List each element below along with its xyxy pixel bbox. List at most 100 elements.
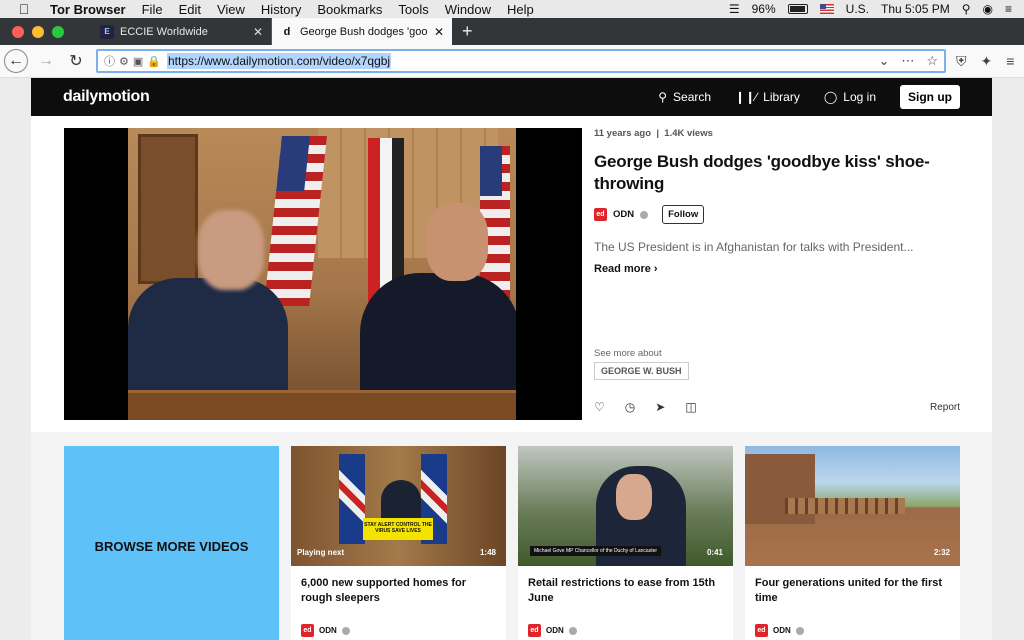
video-card[interactable]: Michael Gove MP Chancellor of the Duchy … [518, 446, 733, 640]
siri-icon[interactable]: ◉ [983, 2, 993, 16]
clock[interactable]: Thu 5:05 PM [881, 2, 950, 16]
search-label: Search [673, 90, 712, 104]
lower-third-caption: Michael Gove MP Chancellor of the Duchy … [530, 546, 662, 556]
read-more-label: Read more [594, 263, 651, 275]
verified-icon [568, 626, 577, 635]
login-label: Log in [843, 90, 876, 104]
channel-name[interactable]: ODN [546, 626, 564, 635]
tab-strip: E ECCIE Worldwide ✕ d George Bush dodges… [0, 18, 1024, 45]
spotlight-search-icon[interactable]: ⚲ [962, 2, 971, 16]
video-duration: 1:48 [479, 548, 496, 557]
permissions-icon[interactable]: ⚙ [119, 55, 129, 68]
back-button[interactable]: ← [4, 49, 28, 73]
menu-history[interactable]: History [261, 2, 301, 17]
chevron-down-icon[interactable]: ⌄ [878, 53, 889, 69]
menu-bookmarks[interactable]: Bookmarks [317, 2, 382, 17]
video-section: 11 years ago | 1.4K views George Bush do… [31, 116, 992, 432]
tab-title: ECCIE Worldwide [120, 25, 208, 38]
search-button[interactable]: ⚲ Search [658, 90, 711, 104]
library-label: Library [763, 90, 800, 104]
read-more-link[interactable]: Read more › [594, 263, 964, 275]
bookmark-star-icon[interactable]: ☆ [926, 53, 938, 69]
reload-button[interactable]: ↻ [64, 49, 88, 73]
watch-later-clock-icon[interactable]: ◷ [625, 400, 635, 414]
menu-app-name[interactable]: Tor Browser [50, 2, 126, 17]
menu-tools[interactable]: Tools [398, 2, 428, 17]
channel-name[interactable]: ODN [773, 626, 791, 635]
menu-file[interactable]: File [142, 2, 163, 17]
tab-eccie[interactable]: E ECCIE Worldwide ✕ [92, 18, 272, 45]
video-thumbnail[interactable]: Michael Gove MP Chancellor of the Duchy … [518, 446, 733, 566]
battery-percent[interactable]: 96% [752, 2, 776, 16]
video-actions: ♡ ◷ ➤ ◫ Report [594, 400, 960, 414]
close-tab-icon[interactable]: ✕ [434, 25, 444, 39]
video-title: George Bush dodges 'goodbye kiss' shoe-t… [594, 152, 930, 193]
forward-button[interactable]: → [34, 49, 58, 73]
battery-icon[interactable] [787, 4, 808, 14]
like-heart-icon[interactable]: ♡ [594, 400, 605, 414]
library-button[interactable]: ❙❙∕ Library [735, 90, 800, 104]
video-thumbnail[interactable]: STAY ALERT CONTROL THE VIRUS SAVE LIVES … [291, 446, 506, 566]
close-tab-icon[interactable]: ✕ [253, 25, 263, 39]
channel-logo[interactable]: ed [594, 208, 607, 221]
add-to-playlist-icon[interactable]: ◫ [685, 400, 696, 414]
user-icon: ◯ [823, 90, 838, 104]
menu-window[interactable]: Window [445, 2, 491, 17]
hamburger-menu-icon[interactable]: ≡ [1006, 53, 1014, 70]
search-icon: ⚲ [658, 90, 668, 104]
eccie-favicon-icon: E [100, 24, 114, 39]
tab-dailymotion[interactable]: d George Bush dodges 'goodbye ✕ [272, 18, 452, 45]
us-flag-icon[interactable] [819, 4, 834, 14]
tab-title: George Bush dodges 'goodbye [300, 25, 428, 38]
menu-help[interactable]: Help [507, 2, 534, 17]
image-icon[interactable]: ▣ [133, 55, 143, 68]
navigation-bar: ← → ↻ ⓘ ⚙ ▣ 🔒 https://www.dailymotion.co… [0, 45, 1024, 78]
video-thumbnail[interactable]: 2:32 [745, 446, 960, 566]
video-description: The US President is in Afghanistan for t… [594, 240, 914, 254]
info-icon[interactable]: ⓘ [104, 53, 115, 69]
video-card-title[interactable]: Four generations united for the first ti… [755, 576, 950, 618]
report-button[interactable]: Report [930, 402, 960, 413]
channel-logo[interactable]: ed [301, 624, 314, 637]
zoom-window-button[interactable] [52, 25, 64, 38]
channel-logo[interactable]: ed [755, 624, 768, 637]
video-age: 11 years ago [594, 128, 652, 139]
new-tab-icon[interactable]: + [452, 21, 483, 42]
video-card[interactable]: 2:32 Four generations united for the fir… [745, 446, 960, 640]
channel-logo[interactable]: ed [528, 624, 541, 637]
verified-icon [341, 626, 350, 635]
signup-button[interactable]: Sign up [900, 85, 960, 109]
web-page: dailymotion ⚲ Search ❙❙∕ Library ◯ Log i… [31, 78, 992, 640]
menu-edit[interactable]: Edit [179, 2, 201, 17]
video-player[interactable] [64, 128, 582, 420]
close-window-button[interactable] [12, 25, 24, 38]
menu-bar:  Tor Browser File Edit View History Boo… [0, 0, 1024, 18]
channel-name[interactable]: ODN [319, 626, 337, 635]
apple-icon[interactable]:  [16, 1, 32, 17]
channel-name[interactable]: ODN [613, 209, 634, 220]
tag-george-w-bush[interactable]: GEORGE W. BUSH [594, 362, 689, 380]
wifi-icon[interactable]: ☰ [729, 2, 740, 16]
video-card-title[interactable]: 6,000 new supported homes for rough slee… [301, 576, 496, 618]
site-header: dailymotion ⚲ Search ❙❙∕ Library ◯ Log i… [31, 78, 992, 116]
minimize-window-button[interactable] [32, 25, 44, 38]
notification-center-icon[interactable]: ≡ [1005, 2, 1012, 16]
address-bar[interactable]: ⓘ ⚙ ▣ 🔒 https://www.dailymotion.com/vide… [96, 49, 946, 73]
browse-more-videos-button[interactable]: BROWSE MORE VIDEOS [64, 446, 279, 640]
page-actions-icon[interactable]: ⋯ [901, 53, 914, 69]
lock-icon[interactable]: 🔒 [147, 55, 161, 68]
login-button[interactable]: ◯ Log in [824, 90, 876, 104]
url-text[interactable]: https://www.dailymotion.com/video/x7qgbj [166, 53, 392, 69]
menu-view[interactable]: View [217, 2, 245, 17]
tor-circuit-icon[interactable]: ✦ [981, 53, 993, 70]
verified-icon [640, 210, 649, 219]
dailymotion-logo[interactable]: dailymotion [63, 88, 150, 106]
video-card[interactable]: STAY ALERT CONTROL THE VIRUS SAVE LIVES … [291, 446, 506, 640]
share-send-icon[interactable]: ➤ [655, 400, 665, 414]
input-source[interactable]: U.S. [846, 2, 869, 16]
video-card-title[interactable]: Retail restrictions to ease from 15th Ju… [528, 576, 723, 618]
follow-button[interactable]: Follow [662, 205, 705, 224]
channel-row: ed ODN Follow [594, 205, 964, 224]
video-duration: 2:32 [933, 548, 950, 557]
shield-icon[interactable]: ⛨ [956, 53, 967, 70]
